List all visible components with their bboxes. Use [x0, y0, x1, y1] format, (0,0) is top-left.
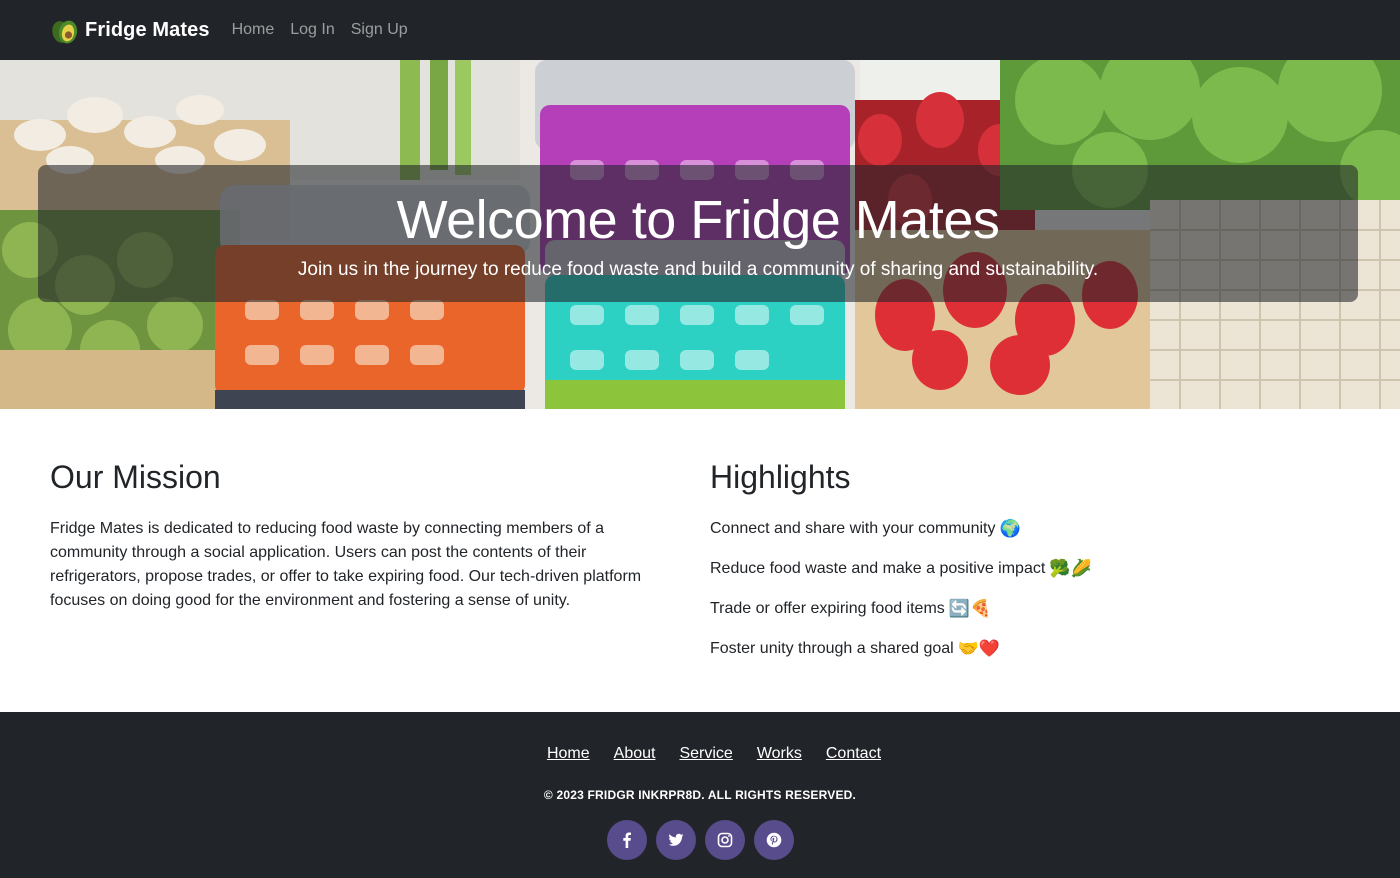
footer-home-link[interactable]: Home [547, 745, 590, 763]
pinterest-button[interactable] [753, 820, 794, 860]
instagram-button[interactable] [704, 820, 745, 860]
top-navbar: Fridge Mates Home Log In Sign Up [0, 0, 1400, 60]
hero-overlay-box: Welcome to Fridge Mates Join us in the j… [38, 165, 1358, 302]
highlight-text: Reduce food waste and make a positive im… [710, 560, 1046, 577]
handshake-heart-emoji-icon: 🤝❤️ [957, 639, 1001, 658]
social-links [0, 820, 1400, 860]
footer-about-link[interactable]: About [614, 745, 656, 763]
twitter-icon [668, 833, 683, 846]
highlight-item: Foster unity through a shared goal 🤝❤️ [710, 637, 1350, 661]
site-footer: Home About Service Works Contact © 2023 … [0, 712, 1400, 878]
avocado-logo-icon [52, 20, 78, 44]
footer-contact-link[interactable]: Contact [826, 745, 881, 763]
hero-section: Welcome to Fridge Mates Join us in the j… [0, 60, 1400, 409]
hero-title: Welcome to Fridge Mates [396, 190, 1000, 250]
mission-section: Our Mission Fridge Mates is dedicated to… [50, 457, 670, 613]
footer-works-link[interactable]: Works [757, 745, 802, 763]
brand-link[interactable]: Fridge Mates [50, 15, 210, 45]
highlights-title: Highlights [710, 459, 851, 495]
brand-name: Fridge Mates [85, 18, 210, 41]
facebook-icon [622, 832, 631, 848]
copyright-text: © 2023 FRIDGR INKRPR8D. ALL RIGHTS RESER… [543, 788, 857, 802]
pinterest-icon [766, 832, 781, 848]
mission-text: Fridge Mates is dedicated to reducing fo… [50, 520, 642, 609]
facebook-button[interactable] [606, 820, 647, 860]
footer-service-link[interactable]: Service [679, 745, 732, 763]
highlight-item: Connect and share with your community 🌍 [710, 517, 1350, 541]
nav-login-link[interactable]: Log In [290, 0, 334, 60]
instagram-icon [717, 832, 732, 848]
broccoli-corn-emoji-icon: 🥦🌽 [1049, 559, 1092, 578]
highlight-item: Trade or offer expiring food items 🔄🍕 [710, 597, 1350, 621]
highlights-section: Highlights Connect and share with your c… [710, 457, 1350, 677]
main-content: Our Mission Fridge Mates is dedicated to… [0, 409, 1400, 712]
highlight-text: Connect and share with your community [710, 520, 996, 537]
nav-links: Home Log In Sign Up [232, 0, 424, 60]
footer-links: Home About Service Works Contact [0, 745, 1400, 763]
highlight-text: Trade or offer expiring food items [710, 600, 945, 617]
nav-home-link[interactable]: Home [232, 0, 275, 60]
highlight-item: Reduce food waste and make a positive im… [710, 557, 1350, 581]
nav-signup-link[interactable]: Sign Up [351, 0, 408, 60]
cycle-pizza-emoji-icon: 🔄🍕 [948, 599, 992, 618]
twitter-button[interactable] [655, 820, 696, 860]
globe-emoji-icon: 🌍 [999, 519, 1021, 538]
highlight-text: Foster unity through a shared goal [710, 640, 954, 657]
mission-title: Our Mission [50, 459, 221, 495]
hero-subtitle: Join us in the journey to reduce food wa… [297, 259, 1099, 280]
